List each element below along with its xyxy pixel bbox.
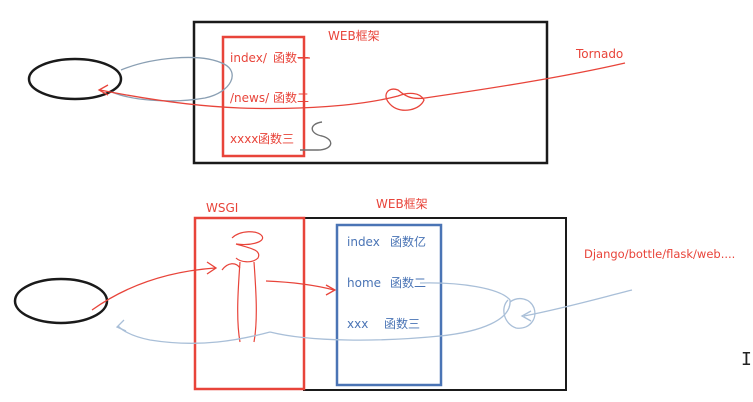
top-route-2-path: /news/	[230, 91, 270, 105]
wsgi-box	[193, 216, 306, 391]
top-route-3-func: 函数三	[258, 131, 294, 146]
client-to-wsgi-curve	[91, 267, 216, 311]
top-diagram: WEB框架 Tornado index/ 函数一 /news/ 函数二 xxxx…	[27, 20, 626, 165]
bottom-framework-names: Django/bottle/flask/web....	[584, 247, 735, 261]
django-to-server-curve	[523, 289, 633, 317]
bottom-route-1-path: index	[347, 235, 380, 249]
top-route-3-path: xxxx	[230, 132, 258, 146]
top-route-1-path: index/	[230, 51, 268, 65]
wsgi-scribble	[221, 231, 264, 343]
wsgi-label: WSGI	[206, 201, 238, 215]
wsgi-to-framework-curve	[265, 280, 335, 291]
bottom-route-2-path: home	[347, 276, 381, 290]
bottom-framework-label: WEB框架	[376, 197, 428, 211]
bottom-route-3-path: xxx	[347, 317, 368, 331]
bottom-route-3-func: 函数三	[384, 316, 420, 331]
bottom-server-circle	[503, 297, 536, 329]
bottom-route-1-func: 函数亿	[390, 234, 426, 249]
top-gray-loop	[111, 56, 233, 102]
bottom-framework-box	[303, 217, 567, 391]
bottom-routes-box	[335, 223, 443, 387]
top-route-2-func: 函数二	[273, 90, 309, 105]
top-framework-label: WEB框架	[328, 29, 380, 43]
top-client-ellipse	[27, 57, 123, 101]
diagram-canvas: WEB框架 Tornado index/ 函数一 /news/ 函数二 xxxx…	[13, 20, 752, 391]
top-framework-name: Tornado	[575, 47, 623, 61]
bottom-blue-loop	[269, 282, 511, 341]
response-to-client-arrowhead	[115, 319, 127, 332]
text-cursor-icon: I	[741, 349, 752, 370]
bottom-diagram: WSGI WEB框架 Django/bottle/flask/web.... i…	[13, 197, 735, 391]
bottom-client-ellipse	[13, 277, 109, 325]
